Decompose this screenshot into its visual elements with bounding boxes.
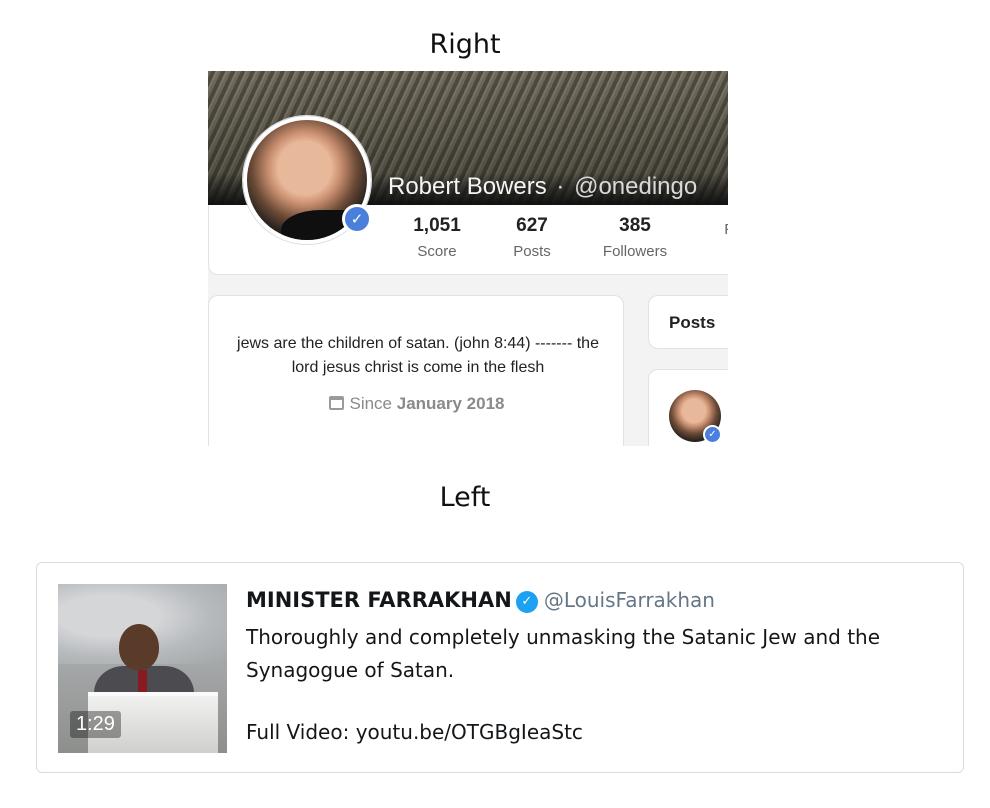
stat-following[interactable]: Fo bbox=[713, 215, 728, 238]
caption-right: Right bbox=[429, 29, 501, 60]
speaker-head bbox=[119, 624, 159, 670]
stat-score-label: Score bbox=[417, 243, 457, 260]
tweet-header: MINISTER FARRAKHAN ✓ @LouisFarrakhan bbox=[246, 588, 715, 613]
stat-following-label: Fo bbox=[713, 221, 728, 238]
tab-posts[interactable]: Posts bbox=[648, 295, 728, 349]
video-duration: 1:29 bbox=[70, 711, 121, 738]
since-prefix: Since bbox=[349, 394, 393, 413]
post-card[interactable]: ✓ bbox=[648, 369, 728, 446]
calendar-icon bbox=[329, 396, 345, 410]
profile-name-line: Robert Bowers · @onedingo bbox=[388, 173, 697, 201]
stat-followers-value: 385 bbox=[619, 215, 651, 236]
tweet-card[interactable]: 1:29 MINISTER FARRAKHAN ✓ @LouisFarrakhan … bbox=[36, 562, 964, 773]
tweet-handle[interactable]: @LouisFarrakhan bbox=[544, 588, 715, 612]
stat-posts-label: Posts bbox=[513, 243, 551, 260]
video-thumbnail[interactable]: 1:29 bbox=[58, 584, 227, 753]
profile-bio: jews are the children of satan. (john 8:… bbox=[237, 335, 599, 376]
tweet-video-link[interactable]: Full Video: youtu.be/OTGBgIeaStc bbox=[246, 720, 583, 744]
tweet-text: Thoroughly and completely unmasking the … bbox=[246, 625, 881, 682]
tab-posts-label: Posts bbox=[669, 313, 716, 332]
profile-screenshot: Robert Bowers · @onedingo 1,051 Score 62… bbox=[208, 71, 728, 446]
caption-left: Left bbox=[439, 482, 491, 513]
profile-name: Robert Bowers bbox=[388, 173, 547, 200]
joined-date: Since January 2018 bbox=[209, 394, 625, 414]
verified-badge-icon: ✓ bbox=[342, 204, 372, 234]
stat-followers[interactable]: 385 Followers bbox=[595, 215, 675, 260]
tweet-display-name[interactable]: MINISTER FARRAKHAN bbox=[246, 588, 512, 612]
profile-bio-card: jews are the children of satan. (john 8:… bbox=[208, 295, 624, 446]
stat-posts[interactable]: 627 Posts bbox=[502, 215, 562, 260]
name-separator: · bbox=[556, 173, 565, 200]
verified-check-icon: ✓ bbox=[515, 591, 538, 613]
stat-score[interactable]: 1,051 Score bbox=[407, 215, 467, 260]
since-date: January 2018 bbox=[396, 394, 505, 413]
post-verified-badge-icon: ✓ bbox=[703, 425, 722, 444]
stat-followers-label: Followers bbox=[602, 243, 668, 260]
profile-handle[interactable]: @onedingo bbox=[574, 173, 697, 200]
stat-posts-value: 627 bbox=[516, 215, 548, 236]
stat-score-value: 1,051 bbox=[413, 215, 461, 236]
